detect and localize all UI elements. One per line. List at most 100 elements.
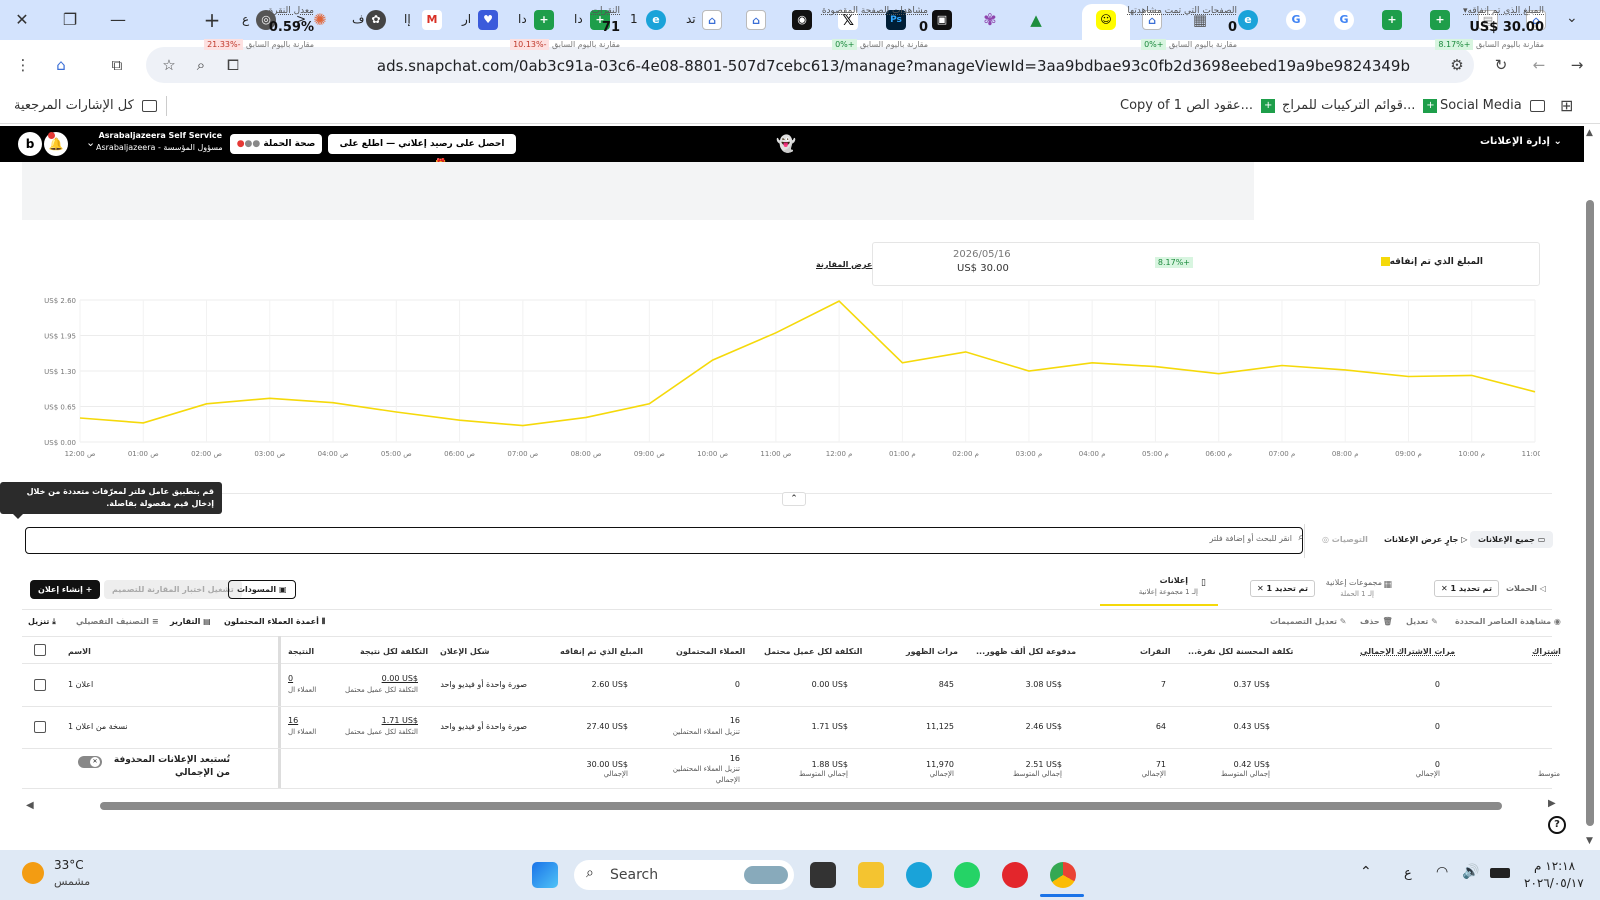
row-checkbox[interactable]	[34, 721, 46, 733]
weather-sun-icon[interactable]	[22, 862, 44, 884]
download-button[interactable]: تنزيل ⤓	[28, 617, 56, 627]
bookmark-lists[interactable]: قوائم التركيبات للمراج... +	[1282, 98, 1438, 113]
close-window-icon[interactable]: ✕	[10, 8, 34, 32]
language-indicator[interactable]: ع	[1404, 866, 1412, 881]
tab-label[interactable]: إا	[404, 12, 411, 26]
google-tab-icon[interactable]: G	[1286, 10, 1306, 30]
create-ad-button[interactable]: إنشاء إعلان +	[30, 580, 101, 599]
gmail-tab-icon[interactable]: M	[422, 10, 442, 30]
edit-designs-button[interactable]: تعديل التصميمات ✎	[1270, 617, 1347, 626]
doc-tab-icon[interactable]: ⌂	[746, 10, 766, 30]
column-header[interactable]: اشتراك	[1532, 647, 1561, 656]
scroll-up-icon[interactable]: ▲	[1586, 128, 1593, 138]
avatar[interactable]: b	[18, 132, 42, 156]
help-icon[interactable]: ?	[1548, 816, 1566, 834]
column-header[interactable]: ...مدفوعة لكل ألف ظهور	[976, 647, 1076, 656]
result-value[interactable]: 0	[288, 674, 293, 683]
ab-test-button[interactable]: تشغيل اختبار المقارنة للتصميم	[104, 580, 242, 599]
tab-ads[interactable]: إعلانات إلـ 1 مجموعة إعلانية ▯	[1100, 574, 1218, 606]
column-header[interactable]: التكلفة لكل نتيجة	[360, 647, 428, 656]
edit-button[interactable]: تعديل ✎	[1406, 617, 1438, 626]
shield-tab-icon[interactable]: ♥	[478, 10, 498, 30]
metric-clicks[interactable]: النقرات 71 10.13%- مقارنة باليوم السابق	[510, 6, 620, 50]
tab-label[interactable]: 1	[630, 12, 638, 26]
scroll-left-icon[interactable]: ◀	[26, 800, 34, 811]
column-header[interactable]: الاسم	[68, 647, 91, 656]
view-selected-button[interactable]: مشاهدة العناصر المحددة ◉	[1455, 617, 1561, 626]
selected-chip-campaigns[interactable]: ✕ تم تحديد 1	[1434, 580, 1499, 597]
task-view-icon[interactable]	[810, 862, 836, 888]
column-header[interactable]: ...تكلفة المحسنة لكل نقرة	[1188, 647, 1293, 656]
scroll-down-icon[interactable]: ▼	[1586, 836, 1593, 846]
battery-icon[interactable]	[1490, 868, 1510, 878]
view-comparison-link[interactable]: عرض المقارنة	[816, 260, 872, 269]
google-tab-icon[interactable]: G	[1334, 10, 1354, 30]
tab-search-icon[interactable]: ⌄	[1566, 10, 1578, 26]
translate-icon[interactable]: ⧠	[222, 54, 244, 76]
vertical-scrollbar[interactable]	[1586, 200, 1594, 826]
metric-spend[interactable]: ▾المبلغ الذي تم إنفاقه US$ 30.00 8.17%+ …	[1435, 6, 1544, 50]
windows-start-icon[interactable]	[532, 862, 558, 888]
openai-tab-icon[interactable]: ✿	[366, 10, 386, 30]
bookmark-social-media[interactable]: Social Media	[1440, 98, 1545, 113]
exclude-deleted-toggle[interactable]: ✕	[78, 756, 102, 768]
account-switcher[interactable]: Asrabaljazeera Self Service Asrabaljazee…	[96, 131, 223, 152]
doc-tab-icon[interactable]: ⌂	[702, 10, 722, 30]
forward-icon[interactable]: ←	[1528, 54, 1550, 76]
taskbar-search[interactable]: ⌕ Search	[574, 860, 794, 890]
extensions-puzzle-icon[interactable]: ⧉	[106, 54, 128, 76]
url-text[interactable]: ads.snapchat.com/0ab3c91a-03c6-4e08-8801…	[377, 57, 1410, 75]
grid-icon[interactable]: ⊞	[1560, 96, 1573, 115]
snapchat-tab-icon[interactable]: ☺	[1096, 10, 1116, 30]
leads-download-link[interactable]: تنزيل العملاء المحتملين	[673, 728, 740, 736]
reload-icon[interactable]: ↻	[1490, 54, 1512, 76]
zoom-icon[interactable]: ⌕	[190, 54, 212, 76]
total-leads-download[interactable]: تنزيل العملاء المحتملين	[673, 765, 740, 773]
selected-chip-adsets[interactable]: ✕ تم تحديد 1	[1250, 580, 1315, 597]
sheets-tab-icon[interactable]: +	[1382, 10, 1402, 30]
drafts-button[interactable]: المسودات ▣	[228, 580, 296, 599]
capcut-tab-icon[interactable]: ▣	[932, 10, 952, 30]
cost-per-result[interactable]: 1.71 US$	[382, 716, 418, 725]
tab-label[interactable]: تد	[686, 12, 696, 26]
result-value[interactable]: 16	[288, 716, 298, 725]
wifi-icon[interactable]: ◠	[1436, 864, 1448, 880]
restore-window-icon[interactable]: ❐	[58, 8, 82, 32]
back-icon[interactable]: →	[1566, 54, 1588, 76]
tab-label[interactable]: ف	[352, 12, 364, 26]
breakdown-button[interactable]: التصنيف التفصيلي ≡	[76, 617, 159, 626]
ad-name[interactable]: اعلان 1	[68, 680, 93, 689]
bookmark-copy-of[interactable]: Copy of 1 عقود الص... +	[1120, 98, 1276, 113]
recommendations-filter[interactable]: ◎ التوصيات	[1322, 535, 1368, 544]
campaign-health-button[interactable]: ●●● صحة الحملة	[230, 134, 322, 154]
flower-tab-icon[interactable]: ✾	[980, 10, 1000, 30]
chrome-icon[interactable]	[1050, 862, 1076, 888]
site-settings-icon[interactable]: ⚙	[1446, 54, 1468, 76]
close-icon[interactable]: ✕	[1441, 584, 1448, 593]
horizontal-scrollbar[interactable]	[100, 802, 1502, 810]
edge-tab-icon[interactable]: e	[1238, 10, 1258, 30]
delete-button[interactable]: حذف 🗑	[1360, 617, 1393, 626]
ad-name[interactable]: نسخة من اعلان 1	[68, 722, 128, 731]
ads-manager-menu[interactable]: إدارة الإعلانات ⌄	[1480, 136, 1562, 147]
column-header[interactable]: النتيجة	[288, 647, 314, 656]
edge-tab-icon[interactable]: e	[646, 10, 666, 30]
column-header[interactable]: مرات الاشتراك الإجمالي	[1360, 647, 1455, 656]
tab-campaigns[interactable]: الحملات ◁	[1506, 584, 1546, 593]
column-header[interactable]: مرات الظهور	[906, 647, 958, 656]
column-header[interactable]: العملاء المحتملون	[676, 647, 745, 656]
volume-icon[interactable]: 🔊	[1462, 864, 1479, 880]
whatsapp-icon[interactable]	[954, 862, 980, 888]
column-header[interactable]: شكل الإعلان	[440, 647, 490, 656]
bookmark-star-icon[interactable]: ☆	[158, 54, 180, 76]
clock-time[interactable]: ١٢:١٨ م	[1534, 859, 1575, 873]
minimize-window-icon[interactable]: —	[106, 8, 130, 32]
extension-icon[interactable]: ⌂	[50, 54, 72, 76]
metric-ctr[interactable]: معدل النقرة 0.59% 21.33%- مقارنة باليوم …	[204, 6, 314, 50]
collapse-chart-icon[interactable]: ⌃	[782, 492, 806, 506]
all-ads-filter[interactable]: جميع الإعلانات ▭	[1470, 531, 1554, 548]
search-filter-input[interactable]: انقر للبحث أو إضافة فلتر ⌕	[25, 527, 1304, 554]
cost-per-result[interactable]: 0.00 US$	[382, 674, 418, 683]
metric-landing-views[interactable]: مشاهدات الصفحة المقصودة 0 0%+ مقارنة بال…	[822, 6, 928, 50]
opera-icon[interactable]	[1002, 862, 1028, 888]
